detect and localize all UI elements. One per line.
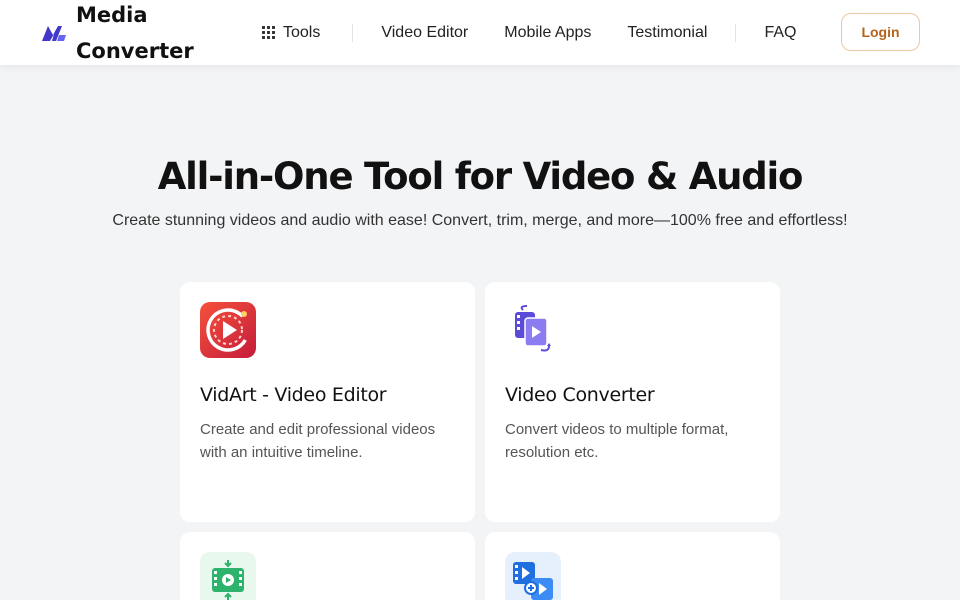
nav-video-editor[interactable]: Video Editor [381, 24, 468, 42]
card-title: VidArt - Video Editor [200, 384, 387, 406]
nav-mobile-apps[interactable]: Mobile Apps [504, 24, 591, 42]
main-nav: Tools Video Editor Mobile Apps Testimoni… [262, 0, 796, 65]
card-description: Convert videos to multiple format, resol… [505, 421, 729, 461]
tool-card-video-converter[interactable]: Video Converter Convert videos to multip… [485, 282, 780, 522]
page-title: All-in-One Tool for Video & Audio [157, 155, 804, 198]
nav-divider [352, 23, 354, 42]
video-merge-icon [505, 552, 561, 600]
brand-name: Media Converter [76, 0, 206, 69]
tool-card-trim[interactable] [180, 532, 475, 600]
media-converter-logo-icon [42, 25, 66, 41]
tool-card-vidart[interactable]: VidArt - Video Editor Create and edit pr… [180, 282, 475, 522]
brand-name-line2: Converter [76, 38, 194, 63]
card-title: Video Converter [505, 384, 655, 406]
nav-testimonial[interactable]: Testimonial [627, 24, 707, 42]
nav-tools[interactable]: Tools [262, 24, 320, 42]
tool-card-merge[interactable] [485, 532, 780, 600]
page-subtitle: Create stunning videos and audio with ea… [112, 212, 848, 229]
brand-logo[interactable]: Media Converter [40, 0, 206, 65]
vidart-logo-icon [200, 302, 256, 358]
nav-faq[interactable]: FAQ [764, 24, 796, 42]
brand-name-line1: Media [76, 2, 148, 27]
nav-tools-label: Tools [283, 23, 321, 41]
video-convert-icon [505, 302, 561, 358]
top-navbar: Media Converter Tools Video Editor Mobil… [0, 0, 960, 65]
nav-divider [735, 23, 737, 42]
login-button[interactable]: Login [841, 13, 920, 51]
grid-icon [262, 26, 275, 39]
card-description: Create and edit professional videos with… [200, 421, 436, 461]
video-trim-icon [200, 552, 256, 600]
